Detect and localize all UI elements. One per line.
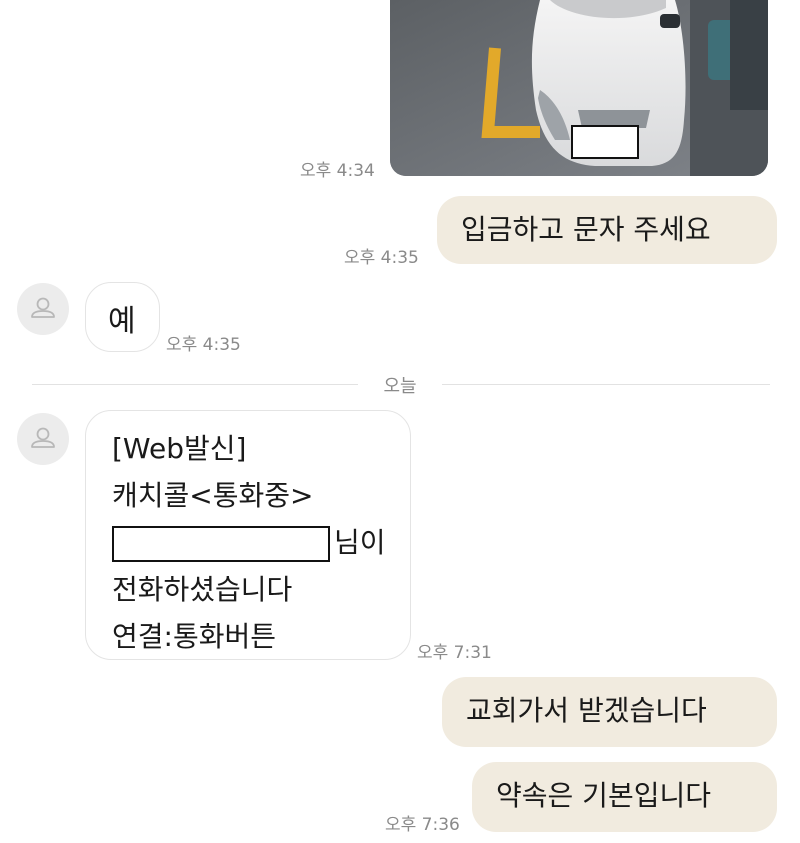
outgoing-message-bubble[interactable]: 입금하고 문자 주세요 (437, 196, 777, 264)
message-text: 교회가서 받겠습니다 (466, 694, 707, 727)
date-divider-label: 오늘 (383, 376, 417, 397)
car-photo-image (390, 0, 768, 176)
message-text: 입금하고 문자 주세요 (461, 213, 711, 246)
person-icon (31, 427, 55, 448)
message-line: 전화하셨습니다 (112, 573, 293, 606)
message-timestamp: 오후 4:35 (344, 248, 419, 268)
date-divider-line (32, 384, 358, 385)
message-text: 님이 (334, 526, 386, 559)
message-timestamp: 오후 7:36 (385, 815, 460, 835)
incoming-message-bubble[interactable]: [Web발신] 캐치콜<통화중> 님이 전화하셨습니다 연결:통화버튼 (85, 410, 411, 660)
message-line-with-redaction: 님이 (112, 519, 410, 566)
message-timestamp: 오후 7:31 (417, 643, 492, 663)
message-text: 예 (108, 304, 136, 339)
message-line: 연결:통화버튼 (112, 620, 276, 653)
incoming-message-bubble[interactable]: 예 (85, 282, 160, 352)
outgoing-message-bubble[interactable]: 교회가서 받겠습니다 (442, 677, 777, 747)
redacted-box (112, 526, 330, 562)
message-text: 약속은 기본입니다 (496, 779, 711, 812)
sender-avatar[interactable] (17, 283, 69, 335)
date-divider-line (442, 384, 770, 385)
shared-photo[interactable] (390, 0, 768, 176)
person-icon (31, 297, 55, 318)
sender-avatar[interactable] (17, 413, 69, 465)
message-line: 캐치콜<통화중> (112, 479, 314, 512)
outgoing-message-bubble[interactable]: 약속은 기본입니다 (472, 762, 777, 832)
photo-timestamp: 오후 4:34 (300, 161, 375, 181)
message-line: [Web발신] (112, 432, 247, 465)
message-timestamp: 오후 4:35 (166, 335, 241, 355)
